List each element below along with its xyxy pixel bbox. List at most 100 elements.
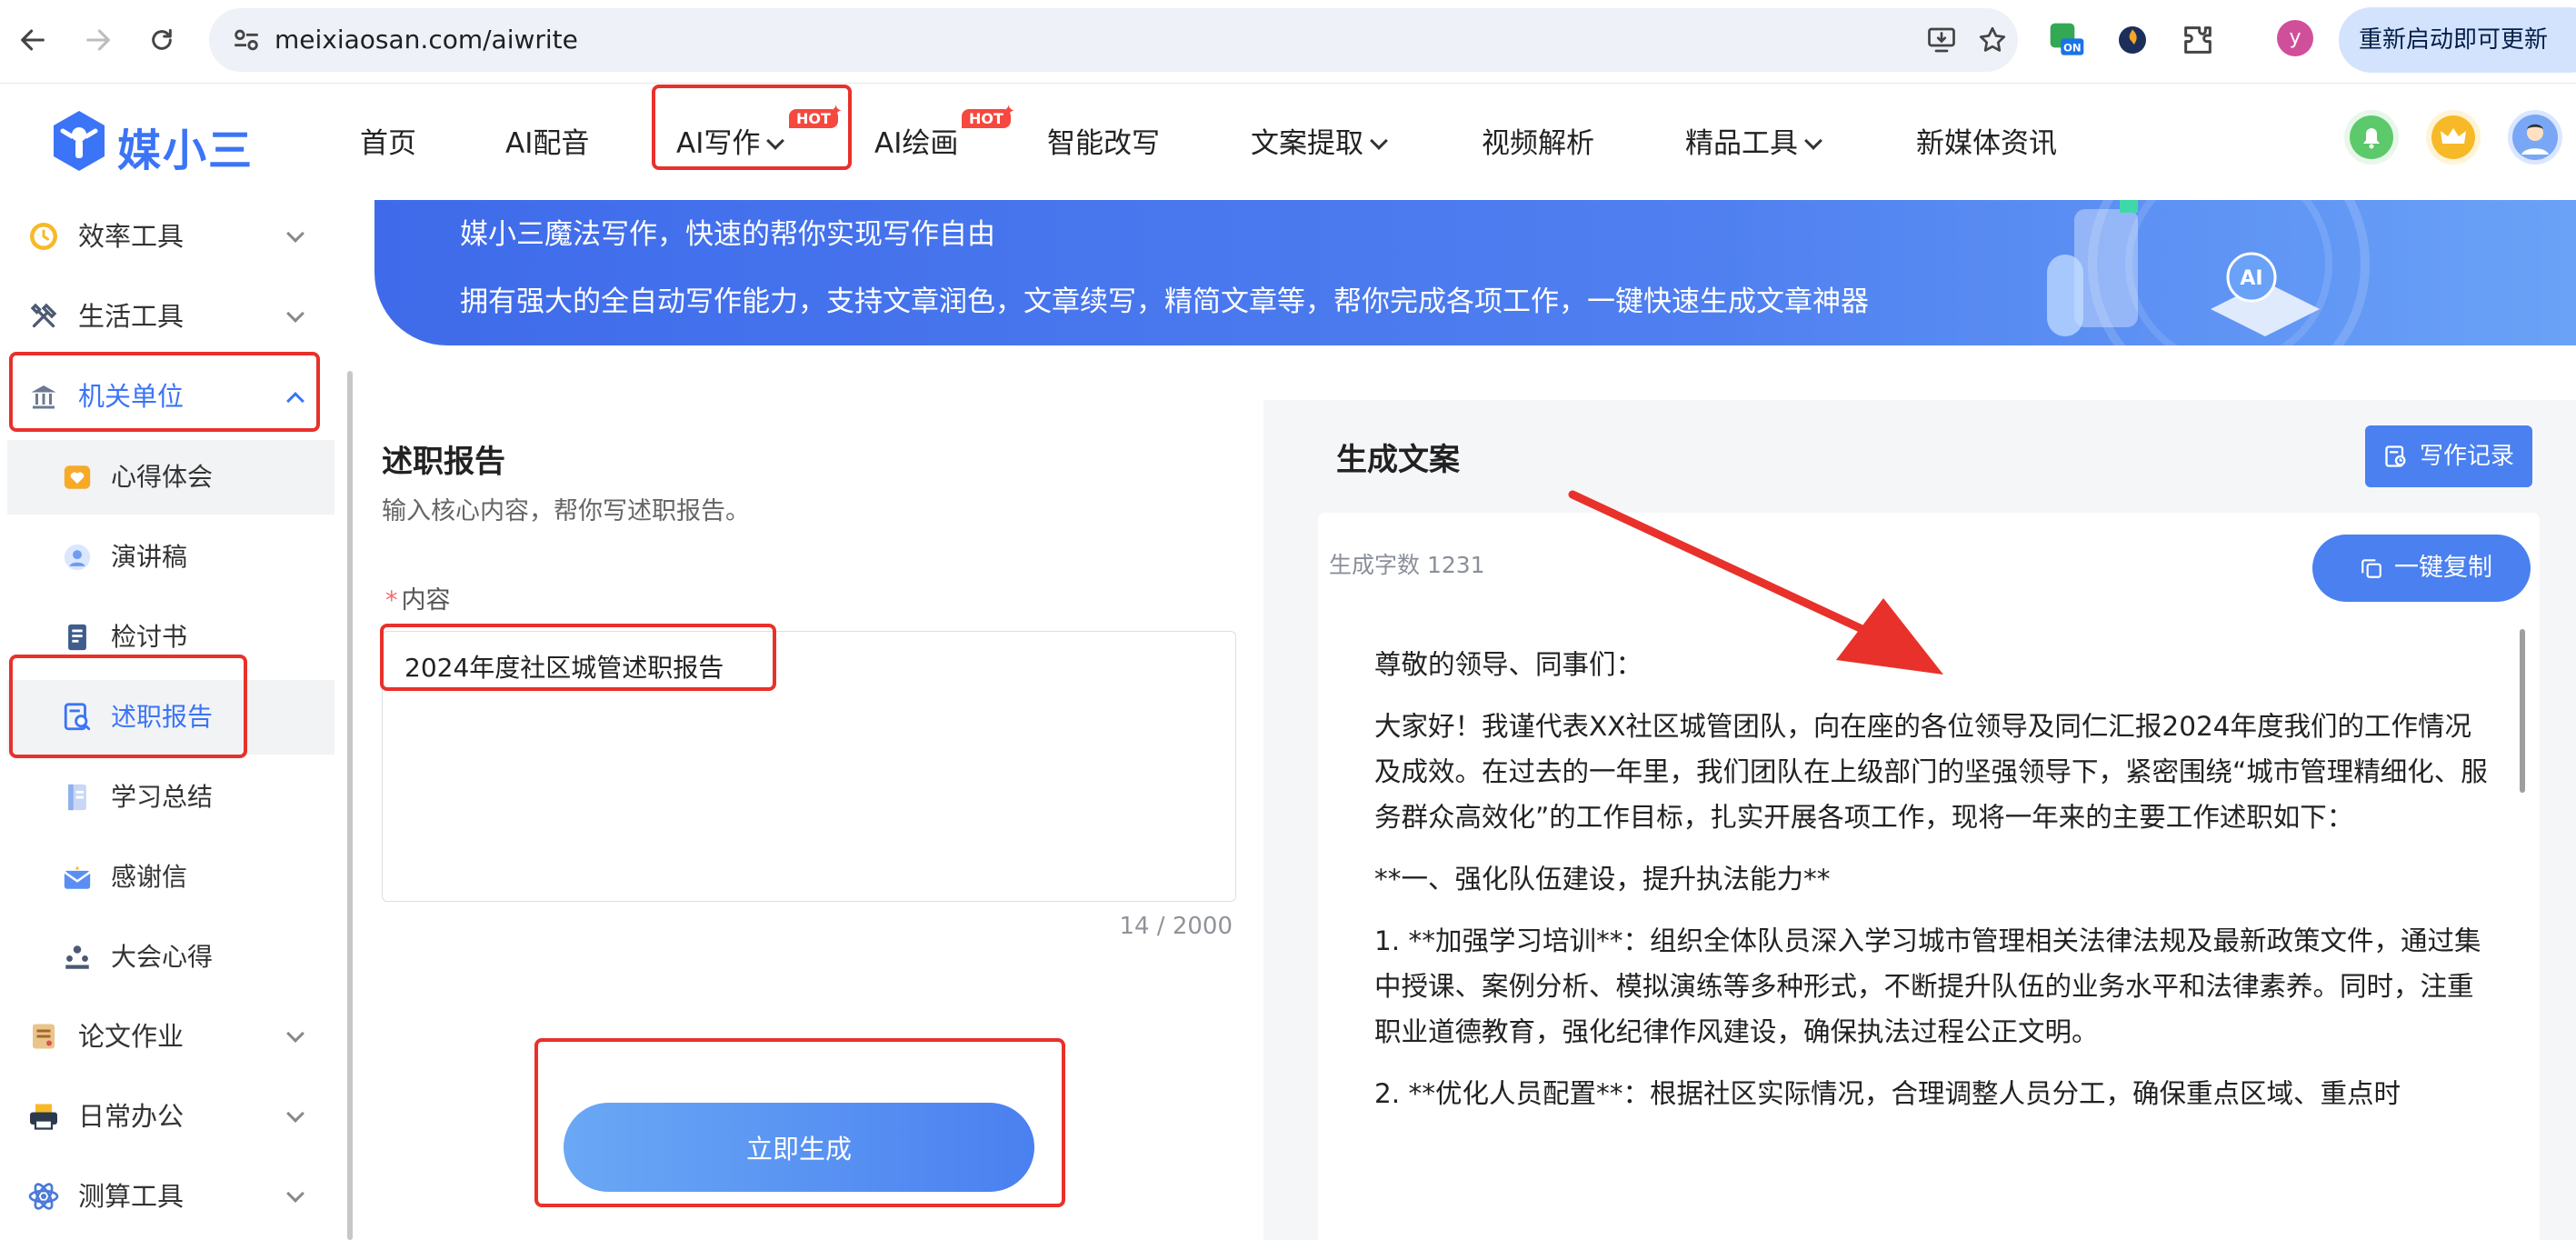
sidebar-group-label: 论文作业 [78, 1021, 185, 1052]
tools-icon [30, 303, 57, 328]
user-avatar-icon[interactable] [2507, 109, 2563, 165]
install-app-icon[interactable] [1925, 24, 1958, 56]
copy-all-label: 一键复制 [2394, 554, 2492, 582]
nav-video-parse[interactable]: 视频解析 [1482, 120, 1594, 161]
chevron-down-icon [286, 1105, 305, 1123]
generated-paragraph: **一、强化队伍建设，提升执法能力** [1374, 864, 1831, 895]
profile-avatar[interactable]: y [2277, 20, 2313, 56]
url-text[interactable]: meixiaosan.com/aiwrite [275, 8, 578, 72]
heart-note-icon [64, 465, 91, 489]
chevron-down-icon [1370, 132, 1388, 150]
form-description: 输入核心内容，帮你写述职报告。 [382, 497, 750, 525]
bookmark-star-icon[interactable] [1976, 24, 2009, 56]
sidebar-group-office[interactable]: 日常办公 [9, 1080, 334, 1153]
government-building-icon [31, 385, 56, 409]
nav-media-news[interactable]: 新媒体资讯 [1916, 120, 2057, 161]
sidebar-item-label: 心得体会 [111, 462, 214, 492]
logo-text: 媒小三 [117, 125, 255, 176]
banner-ai-illustration: AI [2047, 200, 2370, 345]
chevron-down-icon [286, 1185, 305, 1203]
sidebar-group-calculators[interactable]: 测算工具 [9, 1160, 334, 1233]
sidebar-item-work-report[interactable]: 述职报告 [7, 680, 334, 755]
envelope-icon [64, 865, 91, 889]
nav-ai-voice[interactable]: AI配音 [505, 120, 589, 161]
sidebar-group-label: 效率工具 [78, 221, 185, 252]
chevron-down-icon [1804, 132, 1822, 150]
nav-label: AI写作 [676, 127, 761, 160]
nav-ai-writing[interactable]: AI写作 HOT ✦ [676, 102, 843, 161]
sidebar-item-thank-you-letter[interactable]: 感谢信 [7, 840, 334, 915]
sidebar-item-reflections[interactable]: 心得体会 [7, 440, 334, 515]
chevron-up-icon [286, 392, 305, 410]
site-header: 媒小三 首页 AI配音 AI写作 HOT ✦ AI绘画 HOT ✦ 智能改写 文… [0, 84, 2576, 200]
output-panel: 生成文案 写作记录 生成字数 1231 一键复制 尊敬的领导、同事们： 大家好！… [1263, 400, 2576, 1240]
input-panel: 述职报告 输入核心内容，帮你写述职报告。 * 内容 2024年度社区城管述职报告 … [374, 398, 1251, 1240]
extension-flame-icon[interactable] [2114, 22, 2151, 58]
nav-label: 智能改写 [1047, 127, 1160, 160]
nav-label: 新媒体资讯 [1916, 127, 2057, 160]
sidebar-item-meeting-notes[interactable]: 大会心得 [7, 920, 334, 995]
nav-label: 首页 [360, 127, 416, 160]
writing-history-button[interactable]: 写作记录 [2365, 425, 2532, 487]
sidebar-group-efficiency[interactable]: 效率工具 [9, 200, 334, 273]
reload-button[interactable] [142, 20, 182, 60]
generate-button[interactable]: 立即生成 [564, 1103, 1034, 1192]
nav-label: 文案提取 [1251, 127, 1363, 160]
generated-paragraph: 1. **加强学习培训**：组织全体队员深入学习城市管理相关法律法规及最新政策文… [1374, 925, 2481, 1047]
sidebar-group-label: 生活工具 [78, 301, 185, 332]
chevron-down-icon [286, 1025, 305, 1043]
nav-ai-drawing[interactable]: AI绘画 HOT ✦ [874, 102, 1015, 161]
chevron-down-icon [286, 225, 305, 243]
address-bar[interactable]: meixiaosan.com/aiwrite [209, 8, 2018, 72]
sidebar: 效率工具 生活工具 机关单位 心得体会 演讲稿 检讨书 述职报告 学习总结 感谢… [0, 200, 345, 1240]
generated-paragraph: 尊敬的领导、同事们： [1374, 649, 1643, 680]
content-textarea[interactable]: 2024年度社区城管述职报告 [382, 631, 1236, 902]
clock-icon [30, 223, 57, 250]
site-settings-icon[interactable] [231, 25, 262, 55]
atom-icon [28, 1183, 59, 1210]
output-title: 生成文案 [1336, 442, 1460, 478]
sidebar-group-life[interactable]: 生活工具 [9, 280, 334, 353]
word-count: 生成字数 1231 [1329, 552, 1485, 578]
scroll-paper-icon [33, 1024, 55, 1049]
content-field-label: * 内容 [385, 580, 451, 615]
extension-on-icon[interactable]: ON [2049, 22, 2085, 58]
nav-home[interactable]: 首页 [360, 120, 416, 161]
vip-crown-icon[interactable] [2425, 109, 2481, 165]
nav-smart-rewrite[interactable]: 智能改写 [1047, 120, 1160, 161]
generated-paragraph: 2. **优化人员配置**：根据社区实际情况，合理调整人员分工，确保重点区域、重… [1374, 1078, 2401, 1109]
copy-all-button[interactable]: 一键复制 [2312, 535, 2531, 602]
forward-button[interactable] [78, 20, 118, 60]
sidebar-item-label: 感谢信 [111, 862, 188, 892]
sidebar-item-self-criticism[interactable]: 检讨书 [7, 600, 334, 675]
output-scrollbar[interactable] [2520, 629, 2525, 793]
sidebar-group-label: 机关单位 [78, 381, 185, 412]
nav-label: AI绘画 [874, 127, 959, 160]
sparkle-icon: ✦ [829, 102, 844, 121]
sidebar-item-label: 大会心得 [111, 942, 214, 972]
sidebar-group-government[interactable]: 机关单位 [9, 360, 334, 433]
notebook-icon [68, 784, 86, 811]
speaker-person-icon [64, 544, 91, 571]
generated-paragraph: 大家好！我谨代表XX社区城管团队，向在座的各位领导及同仁汇报2024年度我们的工… [1374, 711, 2488, 833]
writing-history-label: 写作记录 [2420, 443, 2515, 470]
chevron-down-icon [286, 305, 305, 323]
sidebar-item-label: 检讨书 [111, 622, 188, 652]
banner-headline: 媒小三魔法写作，快速的帮你实现写作自由 [460, 218, 995, 251]
notification-bell-icon[interactable] [2343, 109, 2400, 165]
sidebar-item-study-summary[interactable]: 学习总结 [7, 760, 334, 835]
sidebar-group-papers[interactable]: 论文作业 [9, 1000, 334, 1073]
relaunch-update-button[interactable]: 重新启动即可更新 [2339, 7, 2576, 73]
site-logo[interactable]: 媒小三 [50, 109, 268, 176]
sidebar-item-speech[interactable]: 演讲稿 [7, 520, 334, 595]
sidebar-scrollbar[interactable] [347, 371, 353, 1240]
back-button[interactable] [13, 20, 53, 60]
extensions-puzzle-icon[interactable] [2180, 22, 2216, 58]
nav-copy-extract[interactable]: 文案提取 [1251, 120, 1388, 161]
sidebar-group-label: 测算工具 [78, 1181, 185, 1212]
banner-subtitle: 拥有强大的全自动写作能力，支持文章润色，文章续写，精简文章等，帮你完成各项工作，… [460, 285, 1869, 318]
printer-icon [30, 1104, 57, 1130]
extension-badge-text: ON [2063, 42, 2082, 55]
required-mark: * [385, 586, 398, 615]
nav-premium-tools[interactable]: 精品工具 [1685, 120, 1822, 161]
